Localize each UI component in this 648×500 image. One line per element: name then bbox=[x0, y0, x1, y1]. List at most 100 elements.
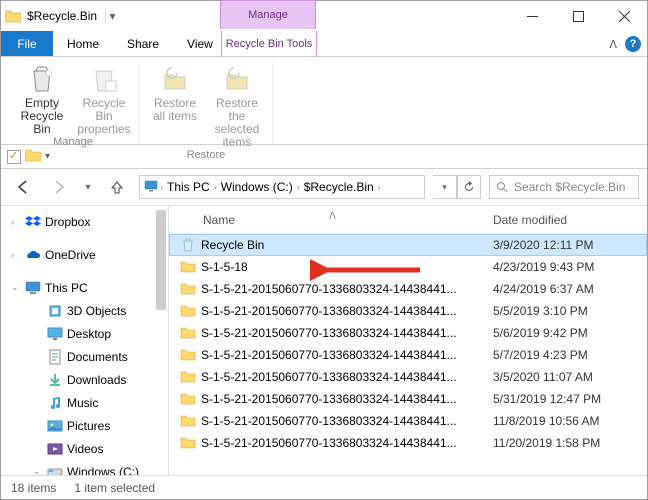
pictures-icon bbox=[47, 418, 63, 434]
minimize-button[interactable] bbox=[509, 1, 555, 31]
restoreall-button: Restoreall items bbox=[144, 61, 206, 149]
folder-icon bbox=[179, 391, 197, 407]
empty-button[interactable]: EmptyRecycle Bin bbox=[11, 61, 73, 136]
address-bar[interactable]: › This PC›Windows (C:)›$Recycle.Bin› bbox=[139, 175, 425, 199]
home-tab[interactable]: Home bbox=[53, 31, 113, 56]
file-row[interactable]: S-1-5-21-2015060770-1336803324-14438441.… bbox=[169, 322, 647, 344]
restoresel-button: Restore theselected items bbox=[206, 61, 268, 149]
tree-item-label: Videos bbox=[67, 442, 103, 456]
file-name: S-1-5-21-2015060770-1336803324-14438441.… bbox=[197, 414, 489, 428]
tree-item[interactable]: Desktop bbox=[1, 322, 168, 345]
file-name: S-1-5-21-2015060770-1336803324-14438441.… bbox=[197, 348, 489, 362]
tree-item[interactable]: 3D Objects bbox=[1, 299, 168, 322]
videos-icon bbox=[47, 441, 63, 457]
window-title: $Recycle.Bin bbox=[25, 1, 105, 31]
qat-dropdown[interactable]: ▾ bbox=[105, 8, 119, 24]
recycle-bin-tools-tab[interactable]: Recycle Bin Tools bbox=[221, 31, 317, 57]
share-tab[interactable]: Share bbox=[113, 31, 173, 56]
tree-item[interactable]: Music bbox=[1, 391, 168, 414]
chevron-right-icon[interactable]: › bbox=[378, 182, 381, 192]
tree-item[interactable]: Documents bbox=[1, 345, 168, 368]
file-row[interactable]: S-1-5-21-2015060770-1336803324-14438441.… bbox=[169, 432, 647, 454]
maximize-button[interactable] bbox=[555, 1, 601, 31]
empty-icon bbox=[26, 63, 58, 95]
folder3d-icon bbox=[47, 303, 63, 319]
folder-icon bbox=[179, 325, 197, 341]
file-date: 5/7/2019 4:23 PM bbox=[489, 348, 647, 362]
ribbon-group-label: Restore bbox=[187, 149, 226, 164]
address-dropdown[interactable]: ▾ bbox=[433, 175, 457, 199]
file-date: 3/5/2020 11:07 AM bbox=[489, 370, 647, 384]
file-name: S-1-5-21-2015060770-1336803324-14438441.… bbox=[197, 436, 489, 450]
recycle-icon bbox=[179, 237, 197, 253]
folder-icon bbox=[179, 281, 197, 297]
file-name: S-1-5-21-2015060770-1336803324-14438441.… bbox=[197, 370, 489, 384]
file-date: 4/24/2019 6:37 AM bbox=[489, 282, 647, 296]
breadcrumb-segment[interactable]: Windows (C:) bbox=[219, 180, 295, 194]
file-row[interactable]: S-1-5-184/23/2019 9:43 PM bbox=[169, 256, 647, 278]
navigation-pane[interactable]: ›Dropbox›OneDrive⌄This PC3D ObjectsDeskt… bbox=[1, 206, 169, 475]
title-folder-icon bbox=[1, 1, 25, 31]
tree-item-label: Desktop bbox=[67, 327, 111, 341]
restoresel-icon bbox=[221, 63, 253, 95]
file-date: 5/6/2019 9:42 PM bbox=[489, 326, 647, 340]
file-row[interactable]: S-1-5-21-2015060770-1336803324-14438441.… bbox=[169, 278, 647, 300]
back-button[interactable] bbox=[9, 173, 37, 201]
tree-expand-icon[interactable]: ⌄ bbox=[11, 282, 21, 293]
folder-icon bbox=[179, 303, 197, 319]
file-row[interactable]: S-1-5-21-2015060770-1336803324-14438441.… bbox=[169, 344, 647, 366]
file-row[interactable]: S-1-5-21-2015060770-1336803324-14438441.… bbox=[169, 410, 647, 432]
tree-expand-icon[interactable]: › bbox=[11, 250, 21, 260]
props-icon bbox=[88, 63, 120, 95]
select-all-checkbox[interactable] bbox=[7, 150, 21, 164]
tree-item[interactable]: Videos bbox=[1, 437, 168, 460]
history-chevron[interactable]: ▾ bbox=[81, 173, 95, 201]
docs-icon bbox=[47, 349, 63, 365]
file-name: S-1-5-21-2015060770-1336803324-14438441.… bbox=[197, 392, 489, 406]
tree-item[interactable]: ⌄This PC bbox=[1, 276, 168, 299]
file-row[interactable]: Recycle Bin3/9/2020 12:11 PM bbox=[169, 234, 647, 256]
column-name[interactable]: Name ᐱ bbox=[169, 213, 489, 227]
tree-item[interactable]: Pictures bbox=[1, 414, 168, 437]
search-input[interactable]: Search $Recycle.Bin bbox=[489, 175, 639, 199]
folder-icon bbox=[179, 347, 197, 363]
folder-icon bbox=[179, 413, 197, 429]
file-list[interactable]: Recycle Bin3/9/2020 12:11 PMS-1-5-184/23… bbox=[169, 234, 647, 475]
onedrive-icon bbox=[25, 247, 41, 263]
tree-expand-icon[interactable]: ⌄ bbox=[33, 466, 43, 475]
file-name: S-1-5-21-2015060770-1336803324-14438441.… bbox=[197, 282, 489, 296]
tree-item[interactable]: ›Dropbox bbox=[1, 210, 168, 233]
folder-icon bbox=[179, 259, 197, 275]
folder-icon bbox=[179, 369, 197, 385]
tree-item[interactable]: › OneDrive bbox=[1, 243, 168, 266]
sidebar-scrollbar[interactable] bbox=[156, 210, 166, 310]
breadcrumb-segment[interactable]: This PC bbox=[165, 180, 212, 194]
tree-item[interactable]: Downloads bbox=[1, 368, 168, 391]
file-row[interactable]: S-1-5-21-2015060770-1336803324-14438441.… bbox=[169, 366, 647, 388]
file-row[interactable]: S-1-5-21-2015060770-1336803324-14438441.… bbox=[169, 300, 647, 322]
file-tab[interactable]: File bbox=[1, 31, 53, 56]
refresh-button[interactable] bbox=[457, 175, 481, 199]
close-button[interactable] bbox=[601, 1, 647, 31]
forward-button[interactable] bbox=[45, 173, 73, 201]
minimize-ribbon-icon[interactable]: ᐱ bbox=[609, 38, 617, 51]
file-row[interactable]: S-1-5-21-2015060770-1336803324-14438441.… bbox=[169, 388, 647, 410]
tree-item[interactable]: ⌄ Windows (C:) bbox=[1, 460, 168, 475]
view-tab[interactable]: View bbox=[173, 31, 227, 56]
tree-item-label: Documents bbox=[67, 350, 128, 364]
qat-more-chevron[interactable]: ▾ bbox=[45, 151, 50, 162]
column-date[interactable]: Date modified bbox=[489, 213, 647, 227]
file-name: S-1-5-18 bbox=[197, 260, 489, 274]
tree-item-label: OneDrive bbox=[45, 248, 96, 262]
chevron-right-icon[interactable]: › bbox=[214, 182, 217, 192]
up-button[interactable] bbox=[103, 173, 131, 201]
file-name: Recycle Bin bbox=[197, 238, 489, 252]
chevron-right-icon[interactable]: › bbox=[297, 182, 300, 192]
help-icon[interactable]: ? bbox=[625, 36, 641, 52]
file-date: 5/5/2019 3:10 PM bbox=[489, 304, 647, 318]
breadcrumb-segment[interactable]: $Recycle.Bin bbox=[302, 180, 376, 194]
file-date: 11/20/2019 1:58 PM bbox=[489, 436, 647, 450]
tree-expand-icon[interactable]: › bbox=[11, 217, 21, 227]
status-selected: 1 item selected bbox=[74, 481, 155, 495]
tree-item-label: Windows (C:) bbox=[67, 465, 139, 476]
